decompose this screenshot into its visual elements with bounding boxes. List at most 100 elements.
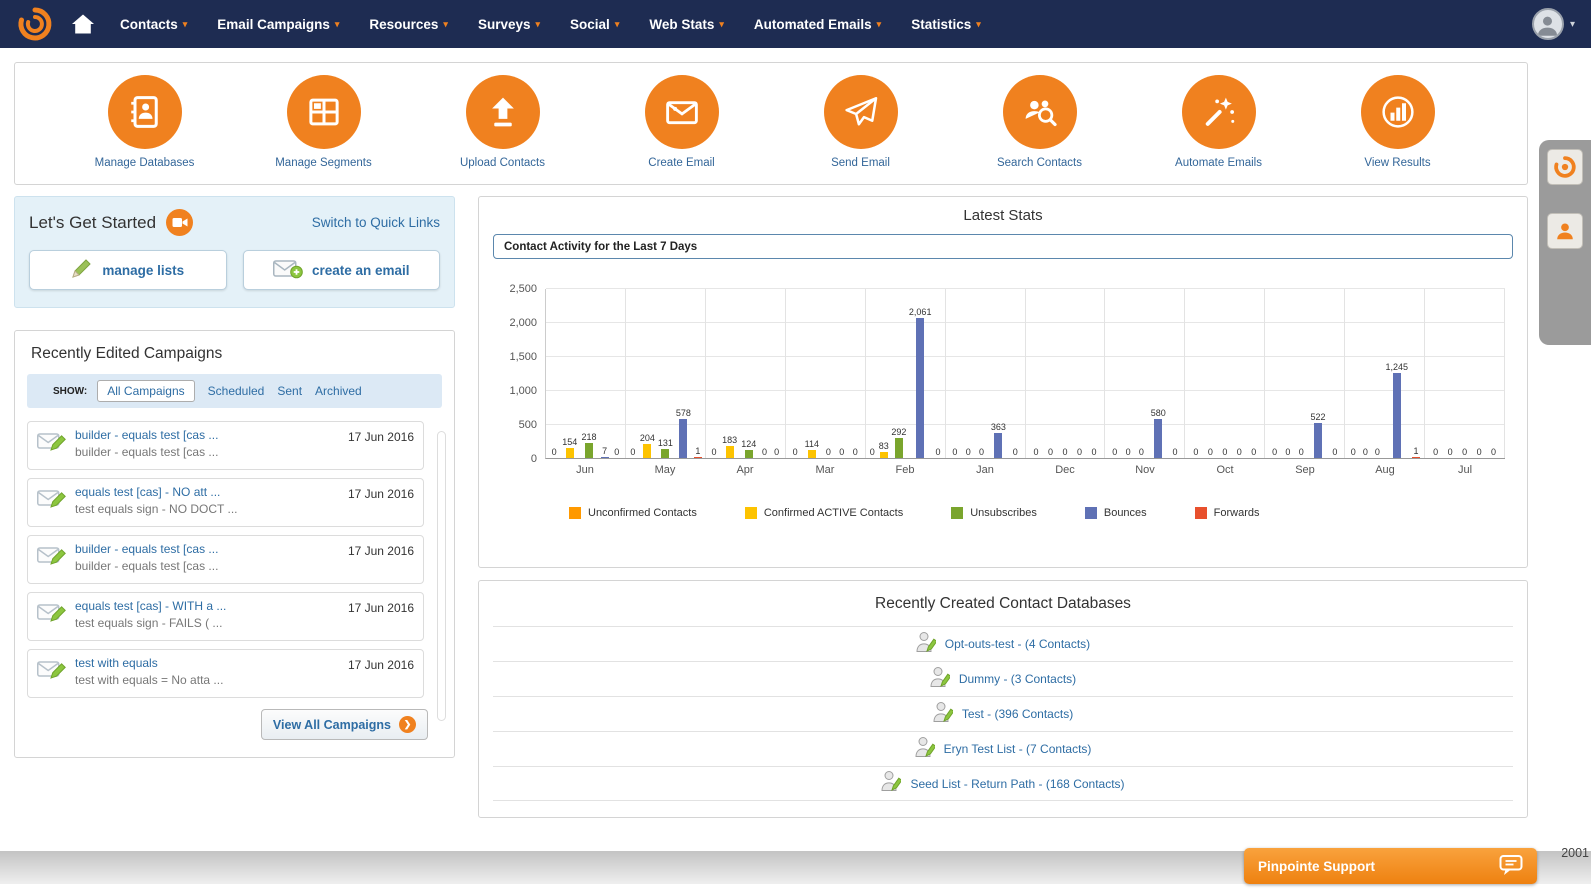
bar-value-label: 0 bbox=[952, 447, 958, 457]
filter-sent[interactable]: Sent bbox=[277, 384, 302, 398]
create-email-label: create an email bbox=[311, 262, 410, 278]
nav-item-email-campaigns[interactable]: Email Campaigns ▾ bbox=[217, 17, 339, 32]
quick-action-label: Upload Contacts bbox=[459, 157, 546, 169]
month-group-jun: 0 154 218 7 0 bbox=[546, 289, 626, 458]
bar-slot: 0 bbox=[1271, 289, 1279, 458]
manage-lists-button[interactable]: manage lists bbox=[29, 250, 227, 290]
pinpointe-support-button[interactable]: Pinpointe Support bbox=[1244, 848, 1537, 884]
campaign-list-scrollbar[interactable] bbox=[437, 431, 446, 721]
view-all-campaigns-button[interactable]: View All Campaigns ❯ bbox=[260, 709, 428, 740]
user-avatar[interactable] bbox=[1531, 8, 1564, 40]
chart-bar-confirmed-active-contacts bbox=[807, 450, 816, 458]
bar-slot: 0 bbox=[851, 289, 859, 458]
quick-action-label: Automate Emails bbox=[1175, 157, 1262, 169]
campaign-text: builder - equals test [cas ... builder - … bbox=[75, 542, 340, 573]
view-all-label: View All Campaigns bbox=[272, 717, 391, 732]
database-link[interactable]: Eryn Test List - (7 Contacts) bbox=[944, 742, 1092, 756]
campaign-title-link[interactable]: builder - equals test [cas ... bbox=[75, 542, 340, 556]
database-link[interactable]: Dummy - (3 Contacts) bbox=[959, 672, 1076, 686]
nav-item-social[interactable]: Social ▾ bbox=[570, 17, 619, 32]
bar-value-label: 0 bbox=[979, 447, 985, 457]
bar-value-label: 124 bbox=[741, 439, 757, 449]
bar-value-label: 292 bbox=[891, 427, 907, 437]
stats-range-value: Contact Activity for the Last 7 Days bbox=[504, 240, 698, 253]
side-tab-feedback[interactable] bbox=[1547, 213, 1583, 249]
quick-action-create-email[interactable]: Create Email bbox=[602, 75, 762, 169]
switch-quick-links-link[interactable]: Switch to Quick Links bbox=[312, 215, 440, 230]
video-icon[interactable] bbox=[166, 209, 194, 236]
left-column: Let's Get Started Switch to Quick Links … bbox=[14, 196, 455, 758]
chart-bar-confirmed-active-contacts bbox=[565, 448, 574, 458]
bar-slot: 1 bbox=[1412, 289, 1421, 458]
upload-arrow-icon bbox=[465, 75, 540, 149]
stats-range-select[interactable]: Contact Activity for the Last 7 Days bbox=[493, 234, 1513, 259]
bar-slot: 0 bbox=[951, 289, 959, 458]
bar-slot: 183 bbox=[722, 289, 737, 458]
bar-slot: 0 bbox=[1235, 289, 1243, 458]
bar-slot: 7 bbox=[600, 289, 609, 458]
filter-all-campaigns[interactable]: All Campaigns bbox=[97, 380, 195, 402]
campaign-subtitle: builder - equals test [cas ... bbox=[75, 445, 219, 459]
bar-value-label: 0 bbox=[1298, 447, 1304, 457]
chart-y-axis: 0 500 1,000 1,500 2,000 2,500 bbox=[489, 283, 537, 465]
segments-grid-icon bbox=[286, 75, 361, 149]
bar-slot: 0 bbox=[760, 289, 768, 458]
y-axis-label: 0 bbox=[530, 453, 537, 465]
bar-value-label: 0 bbox=[1476, 447, 1482, 457]
month-group-dec: 00000 bbox=[1026, 289, 1106, 458]
pinpointe-logo[interactable] bbox=[16, 5, 54, 43]
filter-scheduled[interactable]: Scheduled bbox=[208, 384, 265, 398]
bar-slot: 0 bbox=[791, 289, 799, 458]
legend-swatch bbox=[569, 507, 581, 519]
side-tab-pinpointe[interactable] bbox=[1547, 149, 1583, 185]
quick-action-manage-databases[interactable]: Manage Databases bbox=[65, 75, 225, 169]
nav-item-surveys[interactable]: Surveys ▾ bbox=[478, 17, 540, 32]
filter-archived[interactable]: Archived bbox=[315, 384, 362, 398]
person-pencil-icon bbox=[930, 665, 952, 694]
chart-bar-bounces bbox=[679, 419, 688, 458]
month-group-jul: 00000 bbox=[1425, 289, 1506, 458]
quick-action-manage-segments[interactable]: Manage Segments bbox=[244, 75, 404, 169]
bar-value-label: 0 bbox=[852, 447, 858, 457]
month-group-aug: 0 0 0 1,245 1 bbox=[1345, 289, 1426, 458]
month-group-apr: 0 183 124 0 0 bbox=[706, 289, 786, 458]
home-icon[interactable] bbox=[70, 12, 96, 36]
database-link[interactable]: Opt-outs-test - (4 Contacts) bbox=[945, 637, 1090, 651]
bar-slot: 0 bbox=[1349, 289, 1357, 458]
database-link[interactable]: Test - (396 Contacts) bbox=[962, 707, 1073, 721]
bar-value-label: 154 bbox=[562, 437, 578, 447]
nav-item-contacts[interactable]: Contacts ▾ bbox=[120, 17, 187, 32]
create-email-button[interactable]: create an email bbox=[242, 250, 440, 290]
campaign-date: 17 Jun 2016 bbox=[347, 658, 414, 672]
bar-value-label: 0 bbox=[869, 447, 875, 457]
nav-item-web-stats[interactable]: Web Stats ▾ bbox=[649, 17, 724, 32]
quick-action-upload-contacts[interactable]: Upload Contacts bbox=[423, 75, 583, 169]
recent-databases-panel: Recently Created Contact Databases Opt-o… bbox=[478, 580, 1528, 818]
quick-action-view-results[interactable]: View Results bbox=[1318, 75, 1478, 169]
nav-item-resources[interactable]: Resources ▾ bbox=[369, 17, 448, 32]
legend-item-unconfirmed-contacts: Unconfirmed Contacts bbox=[569, 507, 697, 519]
campaign-title-link[interactable]: test with equals bbox=[75, 656, 340, 670]
chevron-down-icon: ▾ bbox=[535, 18, 541, 29]
person-pencil-icon bbox=[881, 769, 903, 798]
quick-action-automate-emails[interactable]: Automate Emails bbox=[1139, 75, 1299, 169]
bar-slot: 0 bbox=[629, 289, 637, 458]
y-axis-label: 500 bbox=[518, 419, 537, 431]
campaign-title-link[interactable]: equals test [cas] - NO att ... bbox=[75, 485, 340, 499]
quick-action-search-contacts[interactable]: Search Contacts bbox=[960, 75, 1120, 169]
campaign-title-link[interactable]: builder - equals test [cas ... bbox=[75, 428, 340, 442]
campaign-subtitle: test equals sign - FAILS ( ... bbox=[75, 616, 223, 630]
chart-bar-confirmed-active-contacts bbox=[879, 452, 888, 458]
campaign-filter-bar: SHOW: All Campaigns Scheduled Sent Archived bbox=[27, 374, 442, 408]
quick-action-send-email[interactable]: Send Email bbox=[781, 75, 941, 169]
database-link[interactable]: Seed List - Return Path - (168 Contacts) bbox=[910, 777, 1124, 791]
nav-item-automated-emails[interactable]: Automated Emails ▾ bbox=[754, 17, 881, 32]
nav-item-statistics[interactable]: Statistics ▾ bbox=[911, 17, 981, 32]
latest-stats-panel: Latest Stats Contact Activity for the La… bbox=[478, 196, 1528, 568]
chart-bar-unsubscribes bbox=[894, 438, 903, 458]
bar-slot: 0 bbox=[773, 289, 781, 458]
bar-value-label: 218 bbox=[581, 432, 597, 442]
nav-item-label: Email Campaigns bbox=[217, 16, 330, 32]
campaign-title-link[interactable]: equals test [cas] - WITH a ... bbox=[75, 599, 340, 613]
chevron-down-icon[interactable]: ▾ bbox=[1570, 19, 1575, 30]
